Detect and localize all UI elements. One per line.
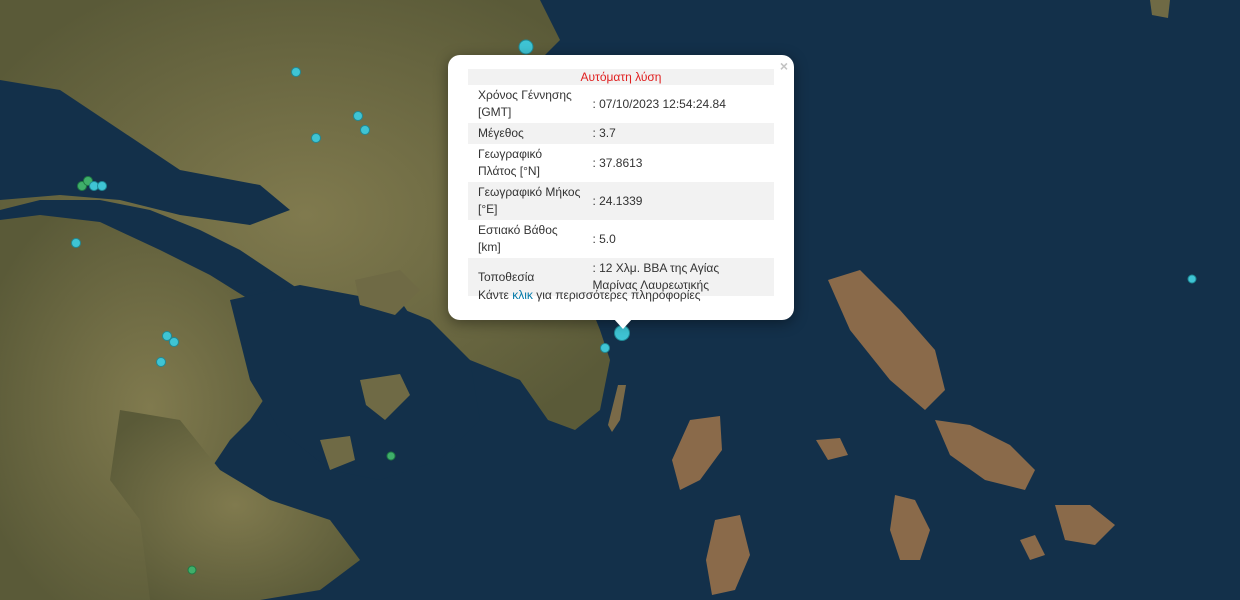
more-info-prefix: Κάντε xyxy=(478,288,509,302)
earthquake-marker[interactable] xyxy=(600,343,610,353)
earthquake-marker[interactable] xyxy=(311,133,321,143)
detail-label: Χρόνος Γέννησης [GMT] xyxy=(478,88,572,119)
detail-value: : 3.7 xyxy=(590,123,774,144)
detail-value: : 07/10/2023 12:54:24.84 xyxy=(592,96,726,111)
earthquake-marker[interactable] xyxy=(187,565,197,575)
earthquake-details-table: Αυτόματη λύση Χρόνος Γέννησης [GMT] : 07… xyxy=(468,69,774,296)
more-info-line: Κάντε κλικ για περισσότερες πληροφορίες xyxy=(478,288,701,302)
detail-row: Γεωγραφικό Μήκος [°E] : 24.1339 xyxy=(468,182,774,220)
earthquake-marker[interactable] xyxy=(291,67,301,77)
detail-row: Χρόνος Γέννησης [GMT] : 07/10/2023 12:54… xyxy=(468,85,774,123)
detail-row: Εστιακό Βάθος [km] : 5.0 xyxy=(468,220,774,258)
earthquake-marker[interactable] xyxy=(386,451,396,461)
detail-row: Γεωγραφικό Πλάτος [°N] : 37.8613 xyxy=(468,144,774,182)
earthquake-marker[interactable] xyxy=(353,111,363,121)
detail-value: : 37.8613 xyxy=(592,155,643,170)
earthquake-marker[interactable] xyxy=(1187,274,1197,284)
earthquake-marker[interactable] xyxy=(360,125,370,135)
earthquake-marker[interactable] xyxy=(97,181,107,191)
earthquake-popup: × Αυτόματη λύση Χρόνος Γέννησης [GMT] : … xyxy=(448,55,794,320)
detail-label: Μέγεθος xyxy=(468,123,591,144)
detail-value: : 5.0 xyxy=(592,231,616,246)
earthquake-marker[interactable] xyxy=(71,238,81,248)
close-icon[interactable]: × xyxy=(780,58,788,74)
more-info-link[interactable]: κλικ xyxy=(512,288,533,302)
detail-value: : 24.1339 xyxy=(590,182,774,220)
detail-label: Γεωγραφικό Μήκος [°E] xyxy=(468,182,591,220)
detail-row: Μέγεθος : 3.7 xyxy=(468,123,774,144)
detail-label: Γεωγραφικό Πλάτος [°N] xyxy=(478,147,543,178)
popup-title-row: Αυτόματη λύση xyxy=(468,69,774,85)
popup-title: Αυτόματη λύση xyxy=(468,69,774,85)
earthquake-marker[interactable] xyxy=(518,39,534,55)
popup-tip xyxy=(613,318,633,329)
earthquake-marker[interactable] xyxy=(169,337,179,347)
earthquake-marker[interactable] xyxy=(156,357,166,367)
detail-label: Εστιακό Βάθος [km] xyxy=(478,223,558,254)
more-info-suffix: για περισσότερες πληροφορίες xyxy=(536,288,701,302)
